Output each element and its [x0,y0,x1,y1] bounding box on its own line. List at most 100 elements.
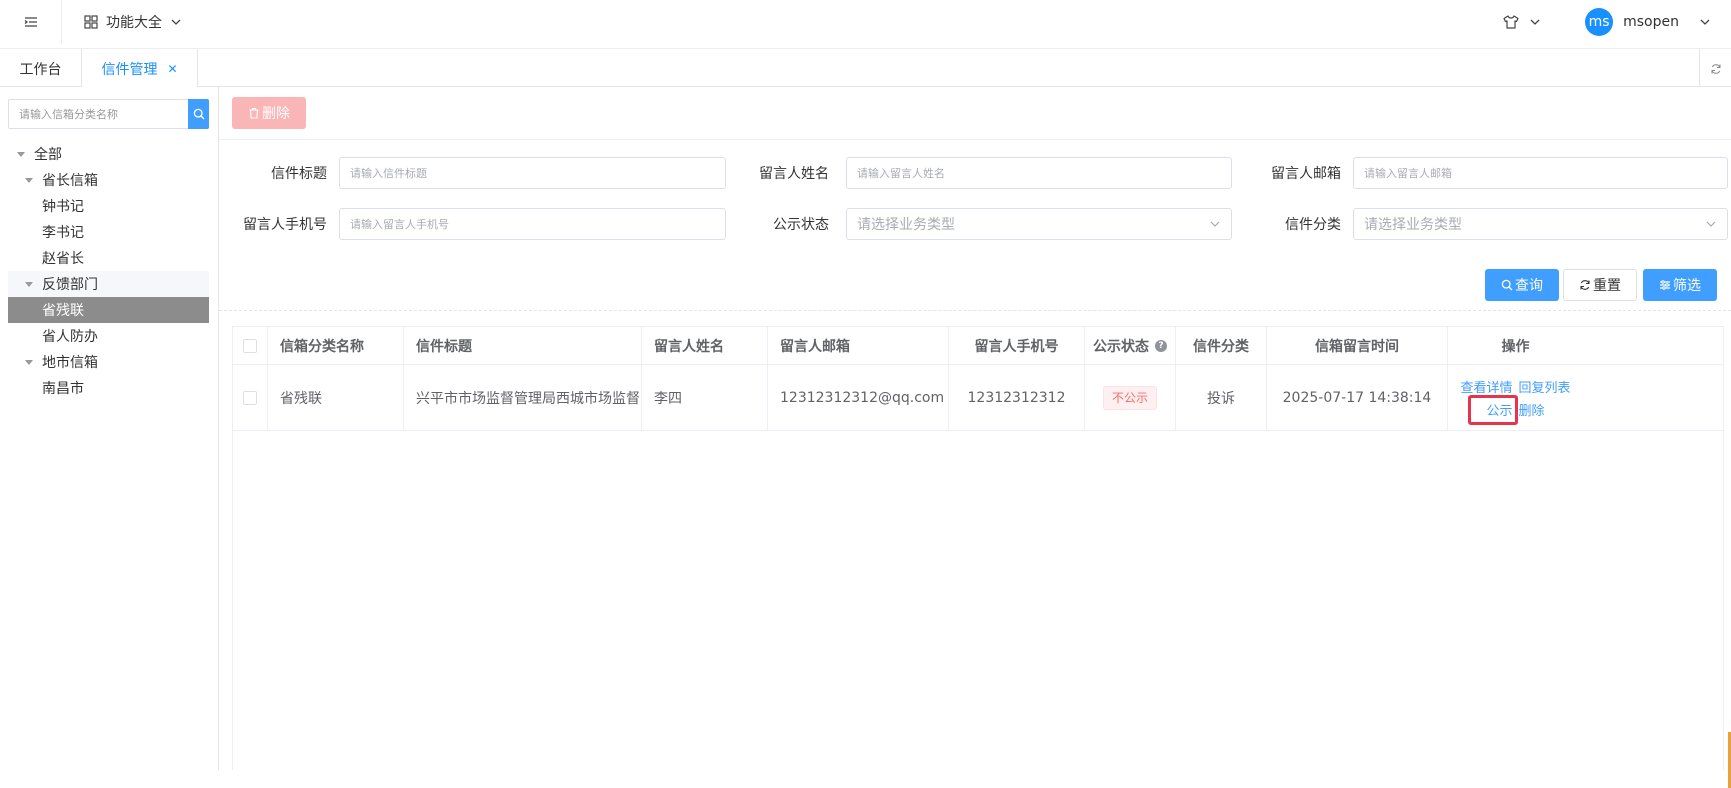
caret-down-icon[interactable] [24,279,34,289]
function-menu-button[interactable]: 功能大全 [84,12,182,32]
public-status-select[interactable]: 请选择业务类型 [846,208,1232,240]
close-icon[interactable]: ✕ [167,62,177,76]
header-ops: 操作 [1501,338,1530,355]
page-tabs: 工作台 信件管理 ✕ [0,48,1731,89]
trash-icon [249,107,259,119]
top-bar: 功能大全 ms msopen [0,0,1731,44]
tab-active-label: 信件管理 [101,62,158,78]
letters-table: 信箱分类名称 信件标题 留言人姓名 留言人邮箱 留言人手机号 公示状态 ? 信件… [232,326,1724,770]
chevron-down-icon[interactable] [1699,16,1711,28]
cell-category: 省残联 [268,365,404,430]
caret-down-icon[interactable] [24,175,34,185]
public-status-placeholder: 请选择业务类型 [857,217,955,233]
sliders-icon [1660,280,1670,290]
view-detail-link[interactable]: 查看详情 [1460,377,1512,396]
phone-input[interactable] [339,208,726,240]
cell-type: 投诉 [1176,365,1267,430]
tab-home[interactable]: 工作台 [0,49,82,88]
chevron-down-icon [1210,221,1220,227]
tree-node-secretary-zhong[interactable]: 钟书记 [8,193,209,219]
query-button[interactable]: 查询 [1485,269,1559,301]
cell-name: 李四 [642,365,768,430]
table-header: 信箱分类名称 信件标题 留言人姓名 留言人邮箱 留言人手机号 公示状态 ? 信件… [233,327,1723,365]
tab-home-label: 工作台 [19,61,62,78]
header-category[interactable]: 信箱分类名称 [268,327,404,364]
tree-node-label: 省人防办 [42,329,98,345]
tree-node-nanchang[interactable]: 南昌市 [8,375,209,401]
tree-node-feedback-dept[interactable]: 反馈部门 [8,271,209,297]
tree-node-city-mailbox[interactable]: 地市信箱 [8,349,209,375]
name-label: 留言人姓名 [759,166,829,182]
title-input[interactable] [339,157,726,189]
publish-link[interactable]: 公示 [1468,394,1519,425]
header-title[interactable]: 信件标题 [404,327,642,364]
topbar-right: ms msopen [1503,0,1711,44]
caret-down-icon[interactable] [16,149,26,159]
tree-node-governor-mailbox[interactable]: 省长信箱 [8,167,209,193]
reset-button[interactable]: 重置 [1563,269,1637,301]
header-time[interactable]: 信箱留言时间 [1267,327,1448,364]
tree-node-governor-zhao[interactable]: 赵省长 [8,245,209,271]
refresh-tabs-button[interactable] [1699,49,1731,88]
tree-node-label: 赵省长 [42,251,84,267]
chevron-down-icon [1530,19,1540,25]
delete-button-label: 删除 [262,106,290,122]
tree-node-disabled-federation[interactable]: 省残联 [8,297,209,323]
row-select-cell [233,365,268,430]
header-public-status-label: 公示状态 [1093,338,1149,355]
function-menu-label: 功能大全 [106,15,162,31]
name-input[interactable] [846,157,1232,189]
tab-letter-management[interactable]: 信件管理 ✕ [82,49,198,89]
header-public-status[interactable]: 公示状态 ? [1085,327,1176,364]
collapse-menu-icon [24,17,37,27]
header-phone[interactable]: 留言人手机号 [949,327,1085,364]
tree-node-civil-defense[interactable]: 省人防办 [8,323,209,349]
header-email[interactable]: 留言人邮箱 [768,327,949,364]
query-button-label: 查询 [1515,278,1543,294]
caret-down-icon[interactable] [24,357,34,367]
filter-button[interactable]: 筛选 [1643,269,1717,301]
category-tree: 全部 省长信箱 钟书记 李书记 赵省长 反馈部门 省残联 省人防办 地市信箱 南… [8,141,209,401]
chevron-down-icon [1706,221,1716,227]
avatar[interactable]: ms [1585,8,1614,36]
cell-email: 12312312312@qq.com [768,365,949,430]
header-name[interactable]: 留言人姓名 [642,327,768,364]
delete-link[interactable]: 删除 [1519,400,1545,419]
cell-ops: 查看详情 回复列表 公示 删除 [1448,365,1583,430]
select-all-checkbox[interactable] [243,338,257,353]
search-icon [1501,279,1513,291]
filter-button-label: 筛选 [1673,278,1701,294]
cell-phone: 12312312312 [949,365,1085,430]
theme-switch-button[interactable] [1503,14,1541,30]
refresh-icon [1711,63,1720,74]
tree-node-label: 省残联 [42,303,84,319]
delete-button[interactable]: 删除 [232,97,306,129]
ops-line-2: 公示 删除 [1468,394,1545,425]
reply-list-link[interactable]: 回复列表 [1519,377,1571,396]
email-input[interactable] [1353,157,1728,189]
category-placeholder: 请选择业务类型 [1364,217,1462,233]
shirt-icon [1503,15,1519,29]
menu-toggle-button[interactable] [0,0,62,44]
tree-node-label: 全部 [34,147,62,163]
category-label: 信件分类 [1285,217,1341,233]
category-select[interactable]: 请选择业务类型 [1353,208,1728,240]
tree-node-secretary-li[interactable]: 李书记 [8,219,209,245]
status-badge: 不公示 [1102,385,1157,410]
tree-node-label: 钟书记 [42,199,84,215]
search-icon [193,108,204,120]
header-type[interactable]: 信件分类 [1176,327,1267,364]
row-checkbox[interactable] [243,390,257,405]
username[interactable]: msopen [1623,14,1679,30]
help-icon[interactable]: ? [1155,339,1167,352]
cell-time: 2025-07-17 14:38:14 [1267,365,1448,430]
phone-label: 留言人手机号 [243,217,327,233]
divider [219,139,1731,140]
category-search-button[interactable] [188,99,209,129]
tree-node-all[interactable]: 全部 [8,141,209,167]
main-content: 删除 信件标题 留言人姓名 留言人邮箱 留言人手机号 公示状态 请选择业务类型 … [219,87,1731,788]
ops-line-1: 查看详情 回复列表 [1460,377,1570,396]
cell-public-status: 不公示 [1085,365,1176,430]
category-search-input[interactable] [8,99,188,129]
tree-node-label: 反馈部门 [42,277,98,293]
